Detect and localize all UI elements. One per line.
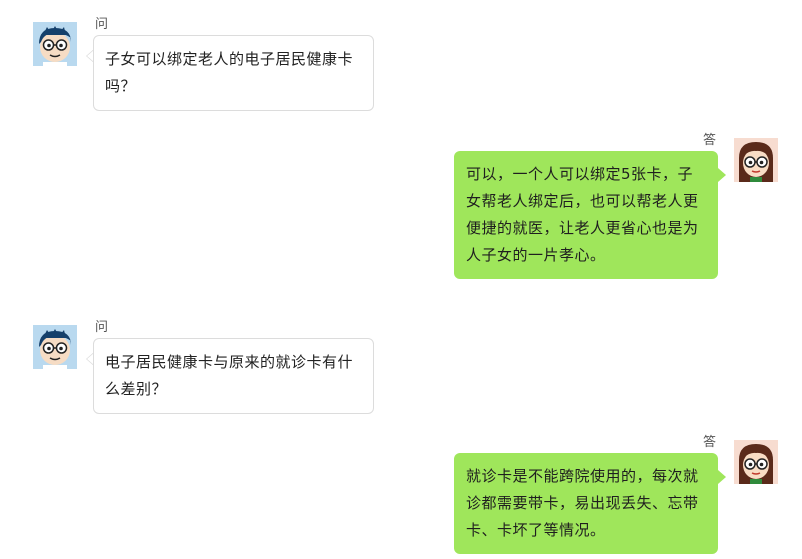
answer-bubble: 就诊卡是不能跨院使用的，每次就诊都需要带卡，易出现丢失、忘带卡、卡坏了等情况。	[454, 453, 718, 554]
bubble-tail	[718, 168, 726, 182]
answer-label: 答	[703, 435, 717, 450]
question-label: 问	[95, 17, 109, 32]
answer-bubble: 可以，一个人可以绑定5张卡，子女帮老人绑定后，也可以帮老人更便捷的就医，让老人更…	[454, 151, 718, 279]
girl-avatar-icon	[734, 440, 778, 484]
question-bubble: 子女可以绑定老人的电子居民健康卡吗？	[93, 35, 374, 111]
answer-label: 答	[703, 133, 717, 148]
question-label: 问	[95, 320, 109, 335]
boy-avatar-icon	[33, 325, 77, 369]
girl-avatar-icon	[734, 138, 778, 182]
bubble-tail	[718, 470, 726, 484]
boy-avatar-icon	[33, 22, 77, 66]
question-bubble: 电子居民健康卡与原来的就诊卡有什么差别？	[93, 338, 374, 414]
